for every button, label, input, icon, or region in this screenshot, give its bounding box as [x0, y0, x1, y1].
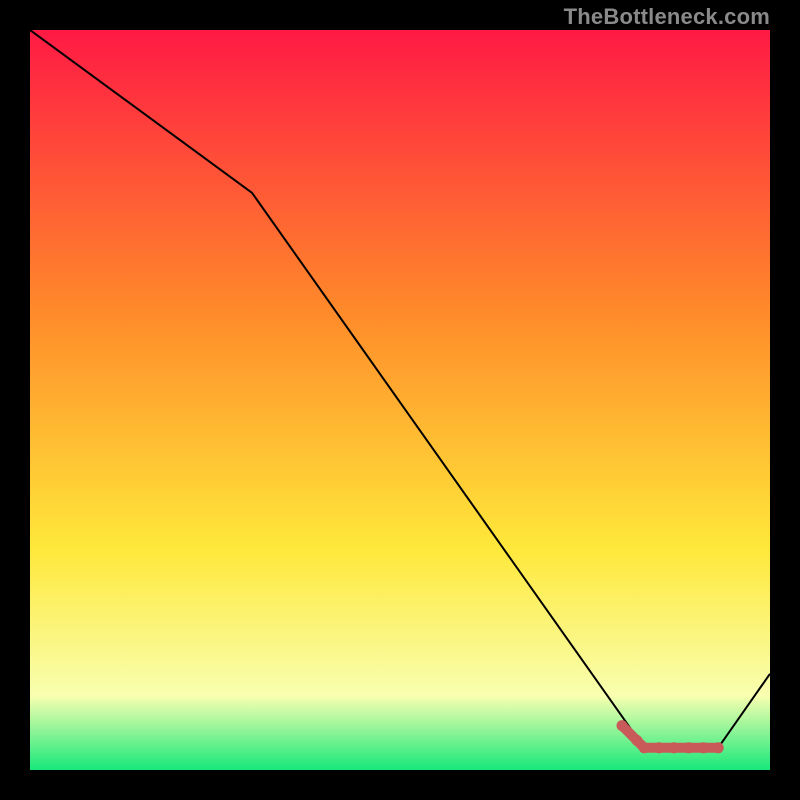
marker-dot	[654, 742, 665, 753]
plot-area	[30, 30, 770, 770]
chart-container: TheBottleneck.com	[0, 0, 800, 800]
marker-dot	[713, 742, 724, 753]
marker-dot	[683, 742, 694, 753]
main-line	[30, 30, 770, 748]
watermark-text: TheBottleneck.com	[564, 4, 770, 30]
series-group	[30, 30, 770, 753]
marker-dot	[698, 742, 709, 753]
marker-dot	[617, 720, 628, 731]
marker-dot	[668, 742, 679, 753]
chart-overlay	[30, 30, 770, 770]
marker-dot	[639, 742, 650, 753]
